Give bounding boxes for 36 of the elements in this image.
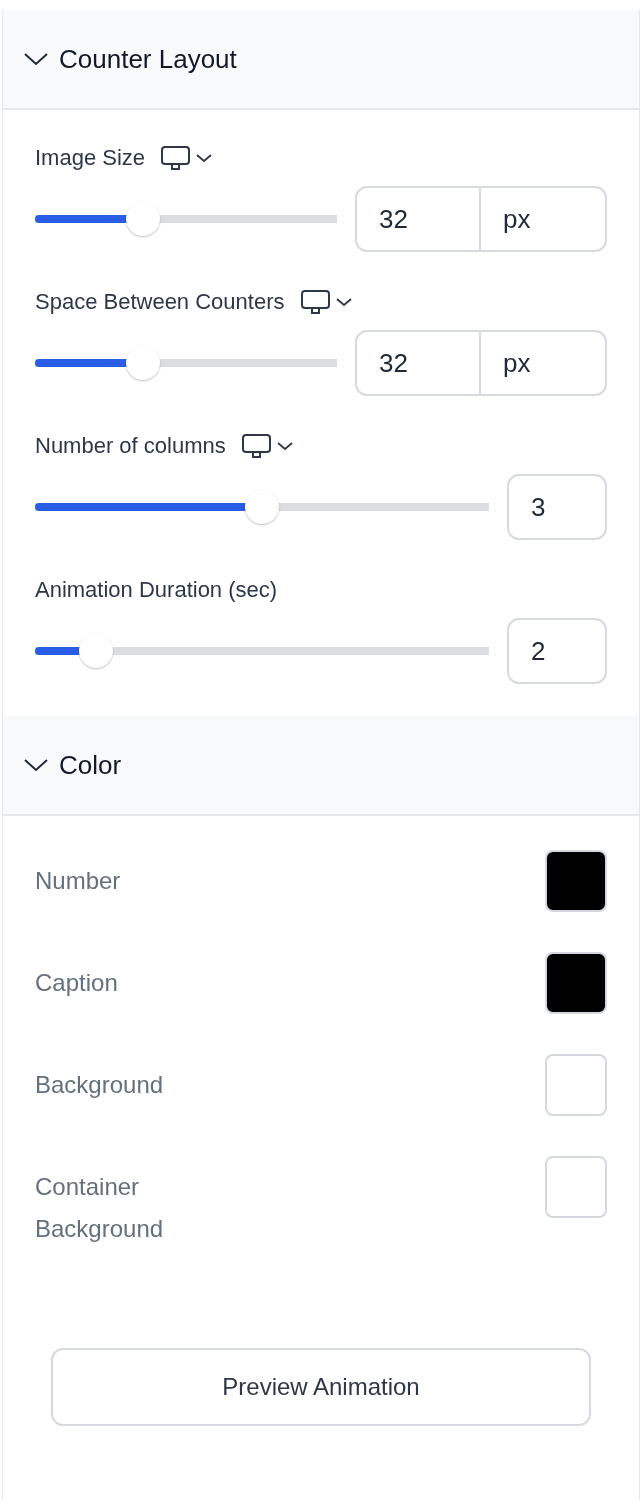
caret-icon [195, 152, 214, 164]
monitor-icon [161, 145, 192, 171]
field-label: Space Between Counters [35, 289, 285, 315]
slider-thumb[interactable] [245, 490, 279, 524]
color-swatch[interactable] [545, 850, 607, 912]
section-header[interactable]: Color [3, 716, 639, 816]
unit-selector[interactable]: px [481, 332, 605, 394]
field-label: Animation Duration (sec) [35, 577, 278, 603]
slider-thumb[interactable] [79, 634, 114, 668]
preview-animation-button[interactable]: Preview Animation [51, 1348, 591, 1426]
slider-thumb[interactable] [126, 346, 161, 380]
device-dropdown[interactable] [241, 433, 294, 459]
color-swatch[interactable] [545, 1054, 607, 1116]
color-swatch[interactable] [545, 952, 607, 1014]
field-label: Number of columns [35, 433, 226, 459]
caret-icon [334, 296, 353, 308]
color-label: Container Background [35, 1172, 165, 1244]
color-label: Background [35, 1070, 164, 1100]
device-dropdown[interactable] [161, 145, 214, 171]
color-label: Number [35, 866, 121, 896]
unit-selector[interactable]: px [481, 188, 605, 250]
caret-icon [275, 440, 294, 452]
chevron-icon [23, 757, 49, 773]
color-label: Caption [35, 968, 118, 998]
number-field[interactable]: 2 [507, 618, 607, 684]
device-dropdown[interactable] [300, 289, 353, 315]
slider-thumb[interactable] [126, 202, 161, 236]
section-header[interactable]: Counter Layout [3, 10, 639, 110]
number-field[interactable]: 32 px [355, 186, 607, 252]
color-swatch[interactable] [545, 1156, 607, 1218]
chevron-icon [23, 51, 49, 67]
number-field[interactable]: 32 px [355, 330, 607, 396]
number-field[interactable]: 3 [507, 474, 607, 540]
monitor-icon [241, 433, 272, 459]
monitor-icon [300, 289, 331, 315]
field-label: Image Size [35, 145, 146, 171]
